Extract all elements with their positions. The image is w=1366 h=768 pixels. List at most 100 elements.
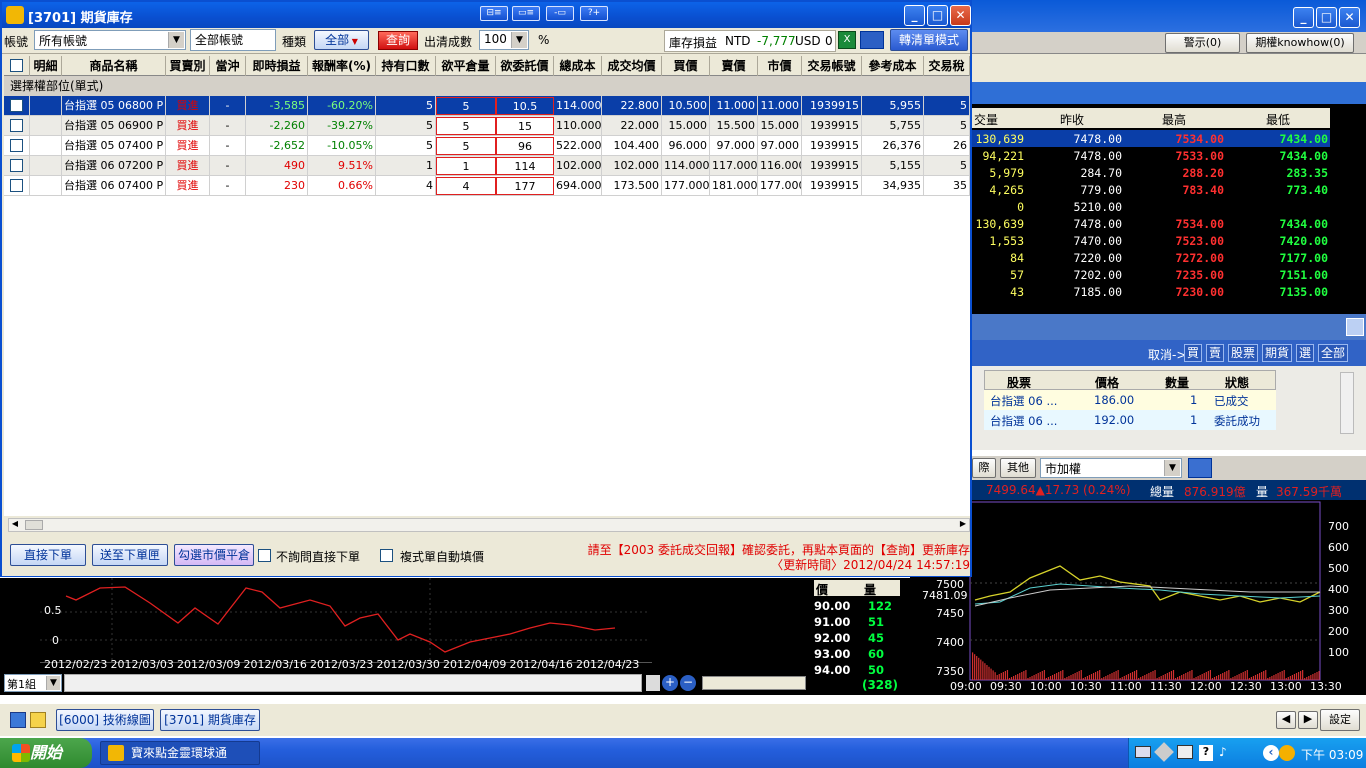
maximize-icon[interactable]: □ (1316, 7, 1337, 28)
help-icon[interactable]: ?+ (580, 6, 608, 21)
market-close-button[interactable]: 勾選市價平倉 (174, 544, 254, 566)
book-row[interactable]: 93.00 60 (810, 646, 906, 662)
table-row[interactable]: 台指選 05 06900 P 買進 - -2,260 -39.27% 5 5 15 110.00… (4, 116, 970, 136)
cell-order-px[interactable]: 15 (496, 117, 554, 135)
search-icon[interactable] (860, 31, 884, 49)
detail-cell[interactable] (30, 176, 62, 196)
group-select[interactable]: 第1組 ▼ (4, 674, 62, 692)
cancel-filter-button[interactable]: 期貨 (1262, 344, 1292, 362)
column-header[interactable]: 即時損益 (246, 56, 308, 76)
cell-order-px[interactable]: 114 (496, 157, 554, 175)
chart-tab-intl[interactable]: 際 (972, 458, 996, 478)
cell-order-px[interactable]: 96 (496, 137, 554, 155)
quote-row[interactable]: 43 7185.00 7230.00 7135.00 (970, 283, 1330, 300)
table-row[interactable]: 台指選 06 07400 P 買進 -230 0.66% 4 4 177 694.000 173… (4, 176, 970, 196)
network-icon[interactable] (1177, 745, 1193, 759)
table-row[interactable]: 台指選 06 07200 P 買進 -490 9.51% 1 1 114 102.000 102… (4, 156, 970, 176)
messenger-icon[interactable] (1279, 745, 1295, 761)
chart-tab-other[interactable]: 其他 (1000, 458, 1036, 478)
close-icon[interactable]: ✕ (1339, 7, 1360, 28)
quote-row[interactable]: 94,221 7478.00 7533.00 7434.00 (970, 147, 1330, 164)
maximize-icon[interactable]: □ (927, 5, 948, 26)
scroll-left-icon[interactable]: ◀ (9, 519, 21, 531)
quote-row[interactable]: 57 7202.00 7235.00 7151.00 (970, 266, 1330, 283)
book-row[interactable]: 91.00 51 (810, 614, 906, 630)
quote-row[interactable]: 1,553 7470.00 7523.00 7420.00 (970, 232, 1330, 249)
quote-row[interactable]: 4,265 779.00 783.40 773.40 (970, 181, 1330, 198)
account-text-field[interactable]: 全部帳號 (190, 29, 276, 51)
list-mode-button[interactable]: 轉清單模式 (890, 29, 968, 51)
alert-button[interactable]: 警示(0) (1165, 33, 1240, 53)
scroll-thumb[interactable] (25, 520, 43, 530)
direct-order-button[interactable]: 直接下單 (10, 544, 86, 566)
cancel-filter-button[interactable]: 賣 (1206, 344, 1224, 362)
chevron-left-icon[interactable]: ‹ (1263, 745, 1279, 761)
column-header[interactable]: 商品名稱 (62, 56, 166, 76)
book-row[interactable]: 94.00 50 (810, 662, 906, 678)
row-checkbox[interactable] (10, 159, 23, 172)
order-row[interactable]: 台指選 06 ... 192.00 1 委託成功 (984, 410, 1276, 430)
task-tab-chart[interactable]: [6000] 技術線圖 (56, 709, 154, 731)
cancel-filter-button[interactable]: 股票 (1228, 344, 1258, 362)
category-dropdown[interactable]: 全部 ▼ (314, 30, 369, 50)
cancel-filter-button[interactable]: 選 (1296, 344, 1314, 362)
minimize-icon[interactable]: _ (1293, 7, 1314, 28)
column-header[interactable]: 交易稅 (924, 56, 970, 76)
orders-vscroll[interactable] (1340, 372, 1354, 434)
restore-icon[interactable]: -▭ (546, 6, 574, 21)
volume-icon[interactable]: ♪ (1219, 745, 1233, 761)
pen-icon[interactable] (1154, 742, 1174, 762)
cell-close-qty[interactable]: 5 (436, 97, 496, 115)
column-header[interactable]: 買價 (662, 56, 710, 76)
zoom-in-icon[interactable]: + (662, 675, 678, 691)
search-icon[interactable] (1188, 458, 1212, 478)
close-icon[interactable]: ✕ (950, 5, 971, 26)
column-header[interactable]: 總成本 (554, 56, 602, 76)
auto-fill-checkbox[interactable] (380, 549, 393, 562)
window-list-icon[interactable]: ▭≡ (512, 6, 540, 21)
column-header[interactable]: 買賣別 (166, 56, 210, 76)
history-hscroll[interactable] (64, 674, 642, 692)
quote-row[interactable]: 0 5210.00 (970, 198, 1330, 215)
detail-cell[interactable] (30, 136, 62, 156)
tab-scroll-left-icon[interactable]: ◀ (1276, 711, 1296, 729)
help-icon[interactable]: ? (1199, 745, 1213, 761)
settings-button[interactable]: 設定 (1320, 709, 1360, 731)
cancel-filter-button[interactable]: 買 (1184, 344, 1202, 362)
cell-close-qty[interactable]: 1 (436, 157, 496, 175)
folder-icon[interactable] (30, 712, 46, 728)
chart-symbol-select[interactable]: 市加權 ▼ (1040, 458, 1182, 478)
query-button[interactable]: 查詢 (378, 31, 418, 50)
detail-cell[interactable] (30, 156, 62, 176)
keyboard-icon[interactable] (1135, 746, 1151, 758)
cell-order-px[interactable]: 10.5 (496, 97, 554, 115)
grid-hscroll[interactable]: ◀ ▶ (8, 518, 970, 532)
column-header[interactable]: 當沖 (210, 56, 246, 76)
scroll-right-icon[interactable]: ▶ (957, 519, 969, 531)
quote-row[interactable]: 84 7220.00 7272.00 7177.00 (970, 249, 1330, 266)
quote-row[interactable]: 5,979 284.70 288.20 283.35 (970, 164, 1330, 181)
column-header[interactable]: 持有口數 (376, 56, 436, 76)
cell-close-qty[interactable]: 5 (436, 137, 496, 155)
task-tab-inventory[interactable]: [3701] 期貨庫存 (160, 709, 260, 731)
knowhow-button[interactable]: 期權knowhow(0) (1246, 33, 1354, 53)
quote-row[interactable]: 130,639 7478.00 7534.00 7434.00 (970, 215, 1330, 232)
cell-close-qty[interactable]: 4 (436, 177, 496, 195)
excel-export-icon[interactable]: X (838, 31, 856, 49)
quote-row[interactable]: 130,639 7478.00 7534.00 7434.00 (970, 130, 1330, 147)
cell-order-px[interactable]: 177 (496, 177, 554, 195)
order-row[interactable]: 台指選 06 ... 186.00 1 已成交 (984, 390, 1276, 410)
zoom-fit-icon[interactable] (646, 675, 660, 691)
column-header[interactable]: 賣價 (710, 56, 758, 76)
table-row[interactable]: 台指選 05 07400 P 買進 - -2,652 -10.05% 5 5 96 522.00… (4, 136, 970, 156)
taskbar-app-button[interactable]: 寶來點金靈環球通 (100, 741, 260, 765)
column-header[interactable]: 市價 (758, 56, 802, 76)
select-all-checkbox[interactable] (4, 56, 30, 76)
account-select[interactable]: 所有帳號 ▼ (34, 30, 186, 50)
layout-icon[interactable]: ⊟≡ (480, 6, 508, 21)
cancel-filter-button[interactable]: 全部 (1318, 344, 1348, 362)
column-header[interactable]: 成交均價 (602, 56, 662, 76)
table-row[interactable]: 台指選 05 06800 P 買進 - -3,585 -60.20% 5 5 10.5 114.… (4, 96, 970, 116)
minimize-icon[interactable]: _ (904, 5, 925, 26)
cell-close-qty[interactable]: 5 (436, 117, 496, 135)
